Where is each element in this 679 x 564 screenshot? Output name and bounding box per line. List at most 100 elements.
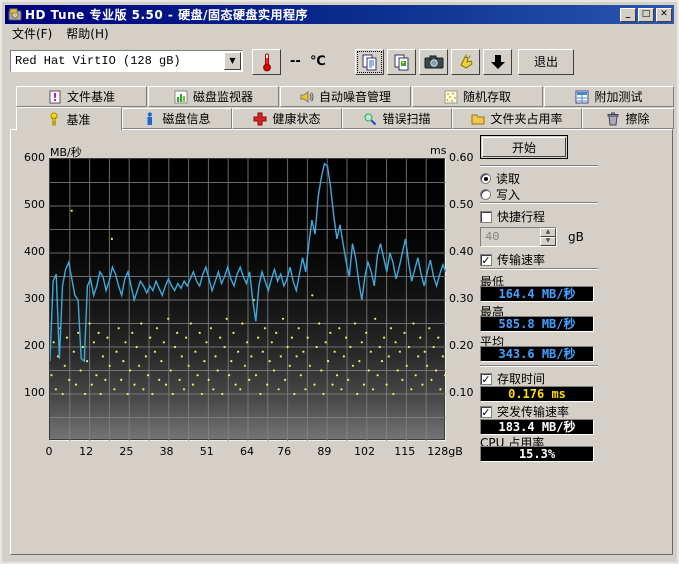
tab-error-scan[interactable]: 错误扫描 [342, 108, 452, 129]
temperature-button[interactable] [252, 49, 281, 75]
tab-label: 擦除 [625, 110, 649, 127]
extra-tests-icon [575, 90, 589, 104]
burst-rate-display: 183.4 MB/秒 [480, 419, 594, 435]
capacity-unit: gB [568, 230, 584, 244]
axis-tick: 500 [15, 198, 45, 211]
read-radio-label: 读取 [496, 170, 520, 187]
axis-tick: 600 [15, 151, 45, 164]
tab-erase[interactable]: 擦除 [582, 108, 674, 129]
axis-tick: 128gB [427, 445, 463, 458]
disk-monitor-icon [174, 90, 188, 104]
tab-label: 磁盘信息 [162, 110, 210, 127]
camera-icon [424, 54, 444, 70]
separator [480, 365, 598, 367]
drive-select-value: Red Hat VirtIO (128 gB) [11, 54, 224, 68]
copy-text-button[interactable] [355, 49, 384, 75]
trash-icon [606, 112, 620, 126]
drive-select[interactable]: Red Hat VirtIO (128 gB) ▼ [10, 50, 243, 72]
radio-circle [480, 173, 491, 184]
axis-tick: 76 [277, 445, 291, 458]
window-title: HD Tune 专业版 5.50 - 硬盘/固态硬盘实用程序 [25, 6, 308, 23]
read-radio[interactable]: 读取 [480, 170, 520, 187]
save-button[interactable] [483, 49, 512, 75]
menu-bar: 文件(F) 帮助(H) [5, 24, 674, 43]
tab-label: 文件基准 [67, 88, 115, 105]
axis-tick: 102 [354, 445, 375, 458]
close-button[interactable]: ✕ [656, 8, 672, 22]
axis-tick: 0.30 [449, 292, 474, 305]
tab-disk-monitor[interactable]: 磁盘监视器 [148, 86, 279, 107]
temperature-value: -- [290, 54, 301, 69]
axis-tick: 51 [200, 445, 214, 458]
copy-text-icon [361, 53, 379, 71]
cpu-usage-display: 15.3% [480, 446, 594, 462]
axis-tick: 400 [15, 245, 45, 258]
checkbox-box [480, 373, 492, 385]
access-time-checkbox[interactable]: 存取时间 [480, 370, 545, 387]
axis-tick: 64 [240, 445, 254, 458]
tab-random-access[interactable]: 随机存取 [412, 86, 543, 107]
axis-tick: 12 [79, 445, 93, 458]
axis-tick: 0.40 [449, 245, 474, 258]
tab-label: 附加测试 [594, 88, 642, 105]
chevron-down-icon[interactable]: ▼ [224, 52, 241, 70]
minimize-button[interactable]: _ [620, 8, 636, 22]
stepper-up-icon[interactable]: ▲ [540, 228, 556, 237]
tab-label: 随机存取 [463, 88, 511, 105]
max-value-display: 585.8 MB/秒 [480, 316, 594, 332]
checkbox-box [480, 406, 492, 418]
options-button[interactable] [451, 49, 480, 75]
tab-label: 健康状态 [272, 110, 320, 127]
burst-rate-label: 突发传输速率 [497, 403, 569, 420]
tab-extra-tests[interactable]: 附加测试 [544, 86, 674, 107]
thermometer-icon [261, 52, 273, 72]
benchmark-icon [47, 112, 61, 126]
write-radio[interactable]: 写入 [480, 186, 520, 203]
svg-text:!: ! [52, 91, 57, 104]
copy-image-button[interactable] [387, 49, 416, 75]
tab-folder-usage[interactable]: 文件夹占用率 [452, 108, 582, 129]
capacity-value: 40 [481, 228, 540, 246]
screenshot-button[interactable] [419, 49, 448, 75]
magnifier-icon [363, 112, 377, 126]
file-benchmark-icon: ! [48, 90, 62, 104]
burst-rate-checkbox[interactable]: 突发传输速率 [480, 403, 569, 420]
tab-file-benchmark[interactable]: ! 文件基准 [16, 86, 147, 107]
write-radio-label: 写入 [496, 186, 520, 203]
save-icon [490, 53, 506, 71]
separator [480, 202, 598, 204]
tab-label: 磁盘监视器 [193, 88, 253, 105]
speaker-icon [300, 90, 314, 104]
min-value-display: 164.4 MB/秒 [480, 286, 594, 302]
start-button[interactable]: 开始 [480, 135, 568, 159]
axis-tick: 300 [15, 292, 45, 305]
temperature-unit: ℃ [310, 54, 326, 69]
axis-tick: 89 [317, 445, 331, 458]
menu-help[interactable]: 帮助(H) [59, 23, 115, 44]
app-icon [8, 8, 22, 22]
tab-label: 自动噪音管理 [319, 88, 391, 105]
tab-health[interactable]: 健康状态 [232, 108, 342, 129]
capacity-stepper[interactable]: 40 ▲ ▼ [480, 227, 557, 247]
axis-tick: 25 [119, 445, 133, 458]
maximize-button[interactable]: □ [638, 8, 654, 22]
app-window: HD Tune 专业版 5.50 - 硬盘/固态硬盘实用程序 _ □ ✕ 文件(… [0, 0, 679, 564]
short-stroke-label: 快捷行程 [497, 208, 545, 225]
tab-aam[interactable]: 自动噪音管理 [280, 86, 411, 107]
stepper-down-icon[interactable]: ▼ [540, 237, 556, 246]
tab-benchmark[interactable]: 基准 [16, 107, 122, 130]
transfer-rate-label: 传输速率 [497, 251, 545, 268]
axis-tick: 0.10 [449, 386, 474, 399]
copy-image-icon [393, 53, 411, 71]
checkbox-box [480, 254, 492, 266]
tab-disk-info[interactable]: 磁盘信息 [122, 108, 232, 129]
transfer-rate-checkbox[interactable]: 传输速率 [480, 251, 545, 268]
short-stroke-checkbox[interactable]: 快捷行程 [480, 208, 545, 225]
checkbox-box [480, 211, 492, 223]
axis-tick: 38 [160, 445, 174, 458]
radio-circle [480, 189, 491, 200]
menu-file[interactable]: 文件(F) [5, 23, 59, 44]
exit-button[interactable]: 退出 [518, 49, 574, 75]
tab-label: 文件夹占用率 [490, 110, 562, 127]
separator [480, 165, 598, 167]
